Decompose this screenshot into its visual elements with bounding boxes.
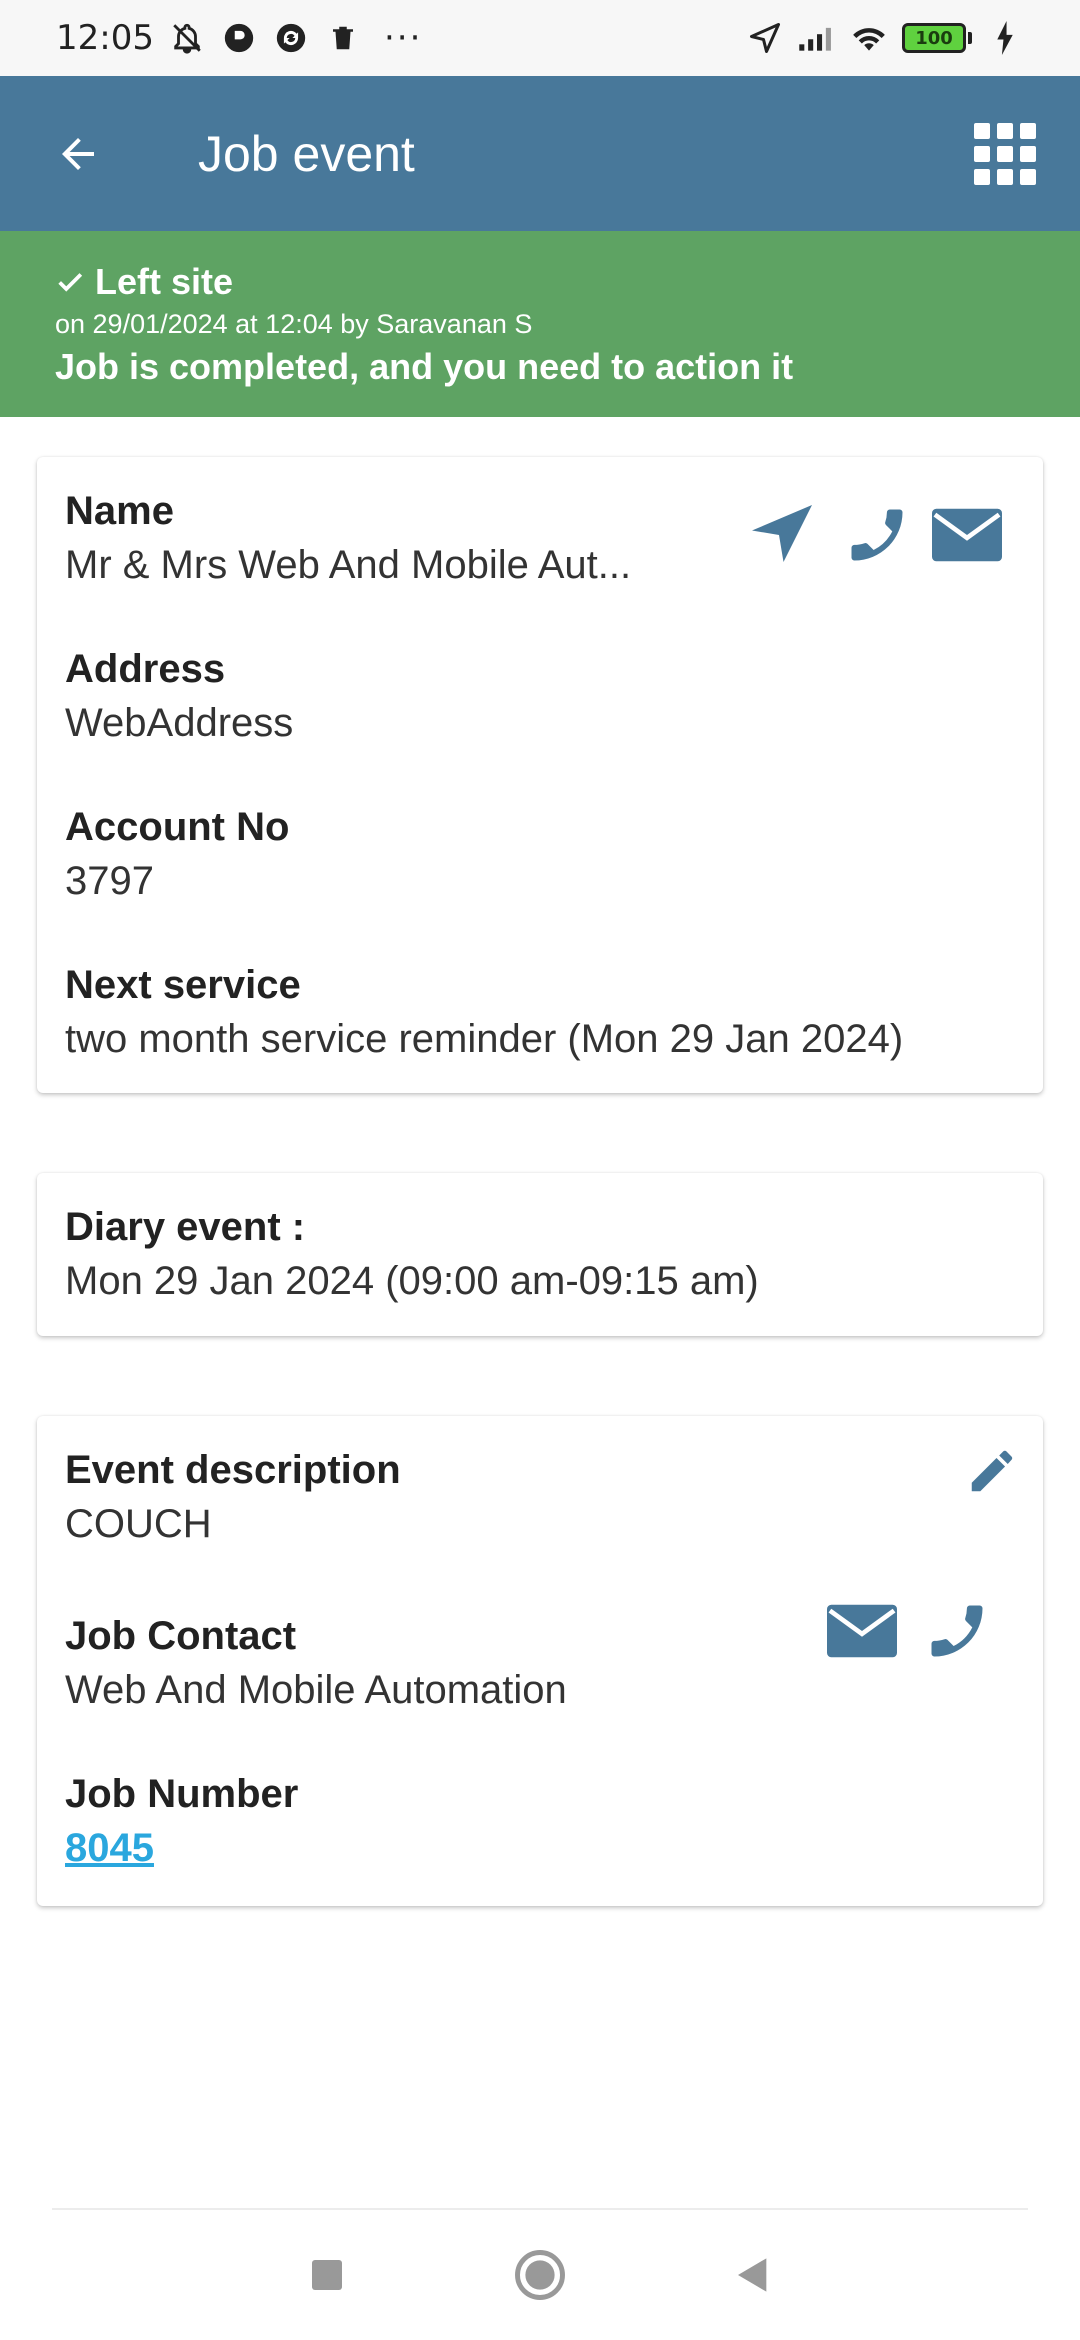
event-description-value: COUCH (65, 1502, 212, 1546)
sync-app-icon (272, 19, 310, 57)
navigate-button[interactable] (737, 495, 827, 575)
next-service-label: Next service (65, 963, 301, 1007)
wifi-icon (850, 19, 888, 57)
account-label: Account No (65, 805, 290, 849)
diary-event-card: Diary event : Mon 29 Jan 2024 (09:00 am-… (37, 1173, 1043, 1336)
next-service-value: two month service reminder (Mon 29 Jan 2… (65, 1017, 904, 1061)
phone-icon (851, 509, 903, 561)
job-number-label: Job Number (65, 1772, 299, 1816)
battery-level: 100 (902, 23, 966, 53)
address-value: WebAddress (65, 701, 294, 745)
banner-message: Job is completed, and you need to action… (55, 346, 794, 387)
location-arrow-icon (746, 19, 784, 57)
next-service-field: Next service two month service reminder … (65, 961, 903, 1063)
system-nav-bar (0, 2210, 1080, 2340)
trash-icon (324, 19, 362, 57)
job-contact-value: Web And Mobile Automation (65, 1668, 567, 1712)
event-details-card: Event description COUCH Job Contact Web … (37, 1416, 1043, 1906)
arrow-left-icon (62, 137, 94, 170)
status-time: 12:05 (56, 18, 154, 58)
mail-icon (932, 508, 1002, 562)
square-icon (311, 2260, 342, 2290)
charging-icon (986, 19, 1024, 57)
page-title: Job event (198, 125, 415, 182)
bell-off-icon (168, 19, 206, 57)
battery-icon: 100 (902, 23, 972, 53)
banner-meta: on 29/01/2024 at 12:04 by Saravanan S (55, 309, 533, 339)
diary-event-value: Mon 29 Jan 2024 (09:00 am-09:15 am) (65, 1259, 759, 1303)
back-button[interactable] (38, 114, 118, 194)
app-notification-icon (220, 19, 258, 57)
pencil-icon (971, 1450, 1013, 1492)
address-field: Address WebAddress (65, 645, 293, 747)
home-button[interactable] (500, 2235, 580, 2315)
signal-icon (798, 19, 836, 57)
name-value: Mr & Mrs Web And Mobile Aut... (65, 543, 632, 587)
banner-status-text: Left site (95, 261, 234, 302)
more-notifications-icon: ··· (383, 18, 423, 58)
navigation-arrow-icon (752, 505, 812, 562)
job-number-field: Job Number 8045 (65, 1770, 298, 1872)
app-bar: Job event (0, 76, 1080, 231)
email-contact-button[interactable] (817, 1591, 907, 1671)
recents-button[interactable] (287, 2235, 367, 2315)
name-field: Name Mr & Mrs Web And Mobile Aut... (65, 487, 631, 589)
customer-card: Name Mr & Mrs Web And Mobile Aut... Addr… (37, 457, 1043, 1093)
job-contact-label: Job Contact (65, 1614, 297, 1658)
event-description-label: Event description (65, 1448, 401, 1492)
phone-icon (931, 1605, 983, 1657)
job-status-banner: Left site on 29/01/2024 at 12:04 by Sara… (0, 231, 1080, 417)
back-nav-button[interactable] (713, 2235, 793, 2315)
triangle-back-icon (738, 2258, 767, 2292)
email-customer-button[interactable] (922, 495, 1012, 575)
diary-event-label: Diary event : (65, 1205, 306, 1249)
address-label: Address (65, 647, 226, 691)
call-customer-button[interactable] (832, 495, 922, 575)
circle-icon (515, 2250, 565, 2300)
account-value: 3797 (65, 859, 154, 903)
job-contact-field: Job Contact Web And Mobile Automation (65, 1612, 567, 1714)
diary-event-field: Diary event : Mon 29 Jan 2024 (09:00 am-… (65, 1203, 759, 1305)
edit-description-button[interactable] (957, 1436, 1027, 1506)
status-bar: 12:05 ··· 100 (0, 0, 1080, 76)
mail-icon (827, 1604, 897, 1658)
event-description-field: Event description COUCH (65, 1446, 401, 1548)
name-label: Name (65, 489, 174, 533)
account-field: Account No 3797 (65, 803, 289, 905)
call-contact-button[interactable] (912, 1591, 1002, 1671)
check-icon (58, 273, 83, 292)
job-number-link[interactable]: 8045 (65, 1824, 298, 1872)
grid-menu-button[interactable] (974, 123, 1036, 185)
